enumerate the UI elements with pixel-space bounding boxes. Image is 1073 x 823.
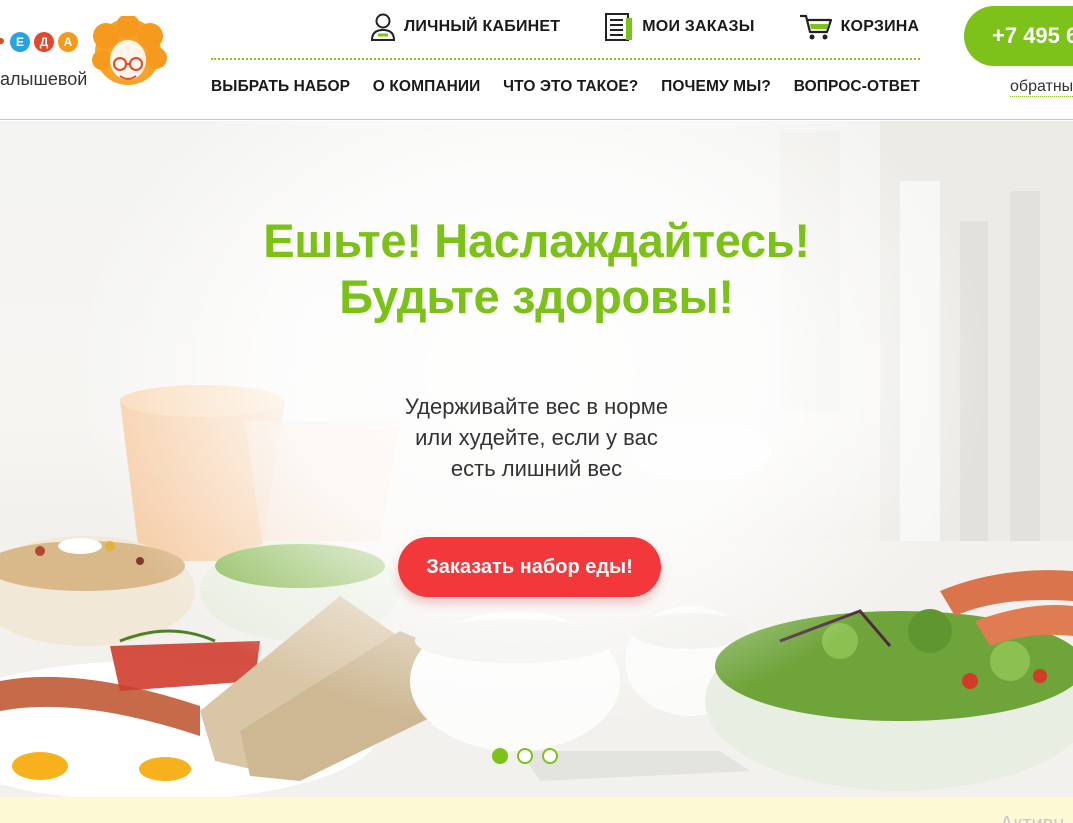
hero-title-line2: Будьте здоровы! bbox=[339, 270, 734, 323]
info-strip-text: Активн bbox=[1000, 813, 1064, 823]
hero-slider: Ешьте! Наслаждайтесь! Будьте здоровы! Уд… bbox=[0, 121, 1073, 797]
personal-account-link[interactable]: ЛИЧНЫЙ КАБИНЕТ bbox=[370, 12, 560, 42]
logo[interactable]: Е Д А алышевой bbox=[0, 14, 175, 100]
main-nav: ВЫБРАТЬ НАБОР О КОМПАНИИ ЧТО ЭТО ТАКОЕ? … bbox=[211, 78, 920, 96]
logo-text: алышевой bbox=[0, 69, 88, 89]
orders-list-icon bbox=[605, 13, 633, 41]
top-nav: ЛИЧНЫЙ КАБИНЕТ МОИ ЗАКАЗЫ КОРЗИНА bbox=[370, 10, 919, 44]
hero-subtitle: Удерживайте вес в норме или худейте, есл… bbox=[0, 391, 1073, 484]
nav-why-us[interactable]: ПОЧЕМУ МЫ? bbox=[661, 78, 771, 96]
phone-button[interactable]: +7 495 6 bbox=[964, 6, 1073, 66]
user-icon bbox=[370, 13, 396, 41]
hero-subtitle-line3: есть лишний вес bbox=[450, 456, 623, 481]
slider-dot-1[interactable] bbox=[492, 748, 508, 764]
header-divider bbox=[211, 58, 920, 60]
nav-choose-set[interactable]: ВЫБРАТЬ НАБОР bbox=[211, 78, 350, 96]
logo-badge-d: Д bbox=[34, 32, 54, 52]
info-strip bbox=[0, 797, 1073, 823]
callback-link[interactable]: обратны bbox=[1010, 78, 1073, 97]
site-header: Е Д А алышевой ЛИЧНЫЙ КАБИНЕТ МОИ ЗАКАЗЫ… bbox=[0, 0, 1073, 120]
logo-accent bbox=[0, 38, 4, 44]
cart-link[interactable]: КОРЗИНА bbox=[799, 12, 920, 42]
logo-badge-e: Е bbox=[10, 32, 30, 52]
nav-about-company[interactable]: О КОМПАНИИ bbox=[373, 78, 481, 96]
slider-dot-3[interactable] bbox=[542, 748, 558, 764]
my-orders-label: МОИ ЗАКАЗЫ bbox=[642, 18, 755, 35]
hero-subtitle-line1: Удерживайте вес в норме bbox=[404, 394, 669, 419]
order-set-button[interactable]: Заказать набор еды! bbox=[398, 537, 661, 597]
personal-account-label: ЛИЧНЫЙ КАБИНЕТ bbox=[404, 18, 561, 35]
nav-faq[interactable]: ВОПРОС-ОТВЕТ bbox=[794, 78, 920, 96]
hero-subtitle-line2: или худейте, если у вас bbox=[415, 425, 658, 450]
my-orders-link[interactable]: МОИ ЗАКАЗЫ bbox=[604, 12, 754, 42]
logo-character-icon bbox=[92, 16, 167, 85]
hero-title-line1: Ешьте! Наслаждайтесь! bbox=[263, 214, 810, 267]
hero-title: Ешьте! Наслаждайтесь! Будьте здоровы! bbox=[0, 213, 1073, 325]
cart-label: КОРЗИНА bbox=[840, 18, 920, 35]
slider-dot-2[interactable] bbox=[517, 748, 533, 764]
cart-icon bbox=[799, 14, 832, 40]
logo-badge-a: А bbox=[58, 32, 78, 52]
slider-dots bbox=[492, 748, 567, 764]
nav-what-is-it[interactable]: ЧТО ЭТО ТАКОЕ? bbox=[503, 78, 638, 96]
